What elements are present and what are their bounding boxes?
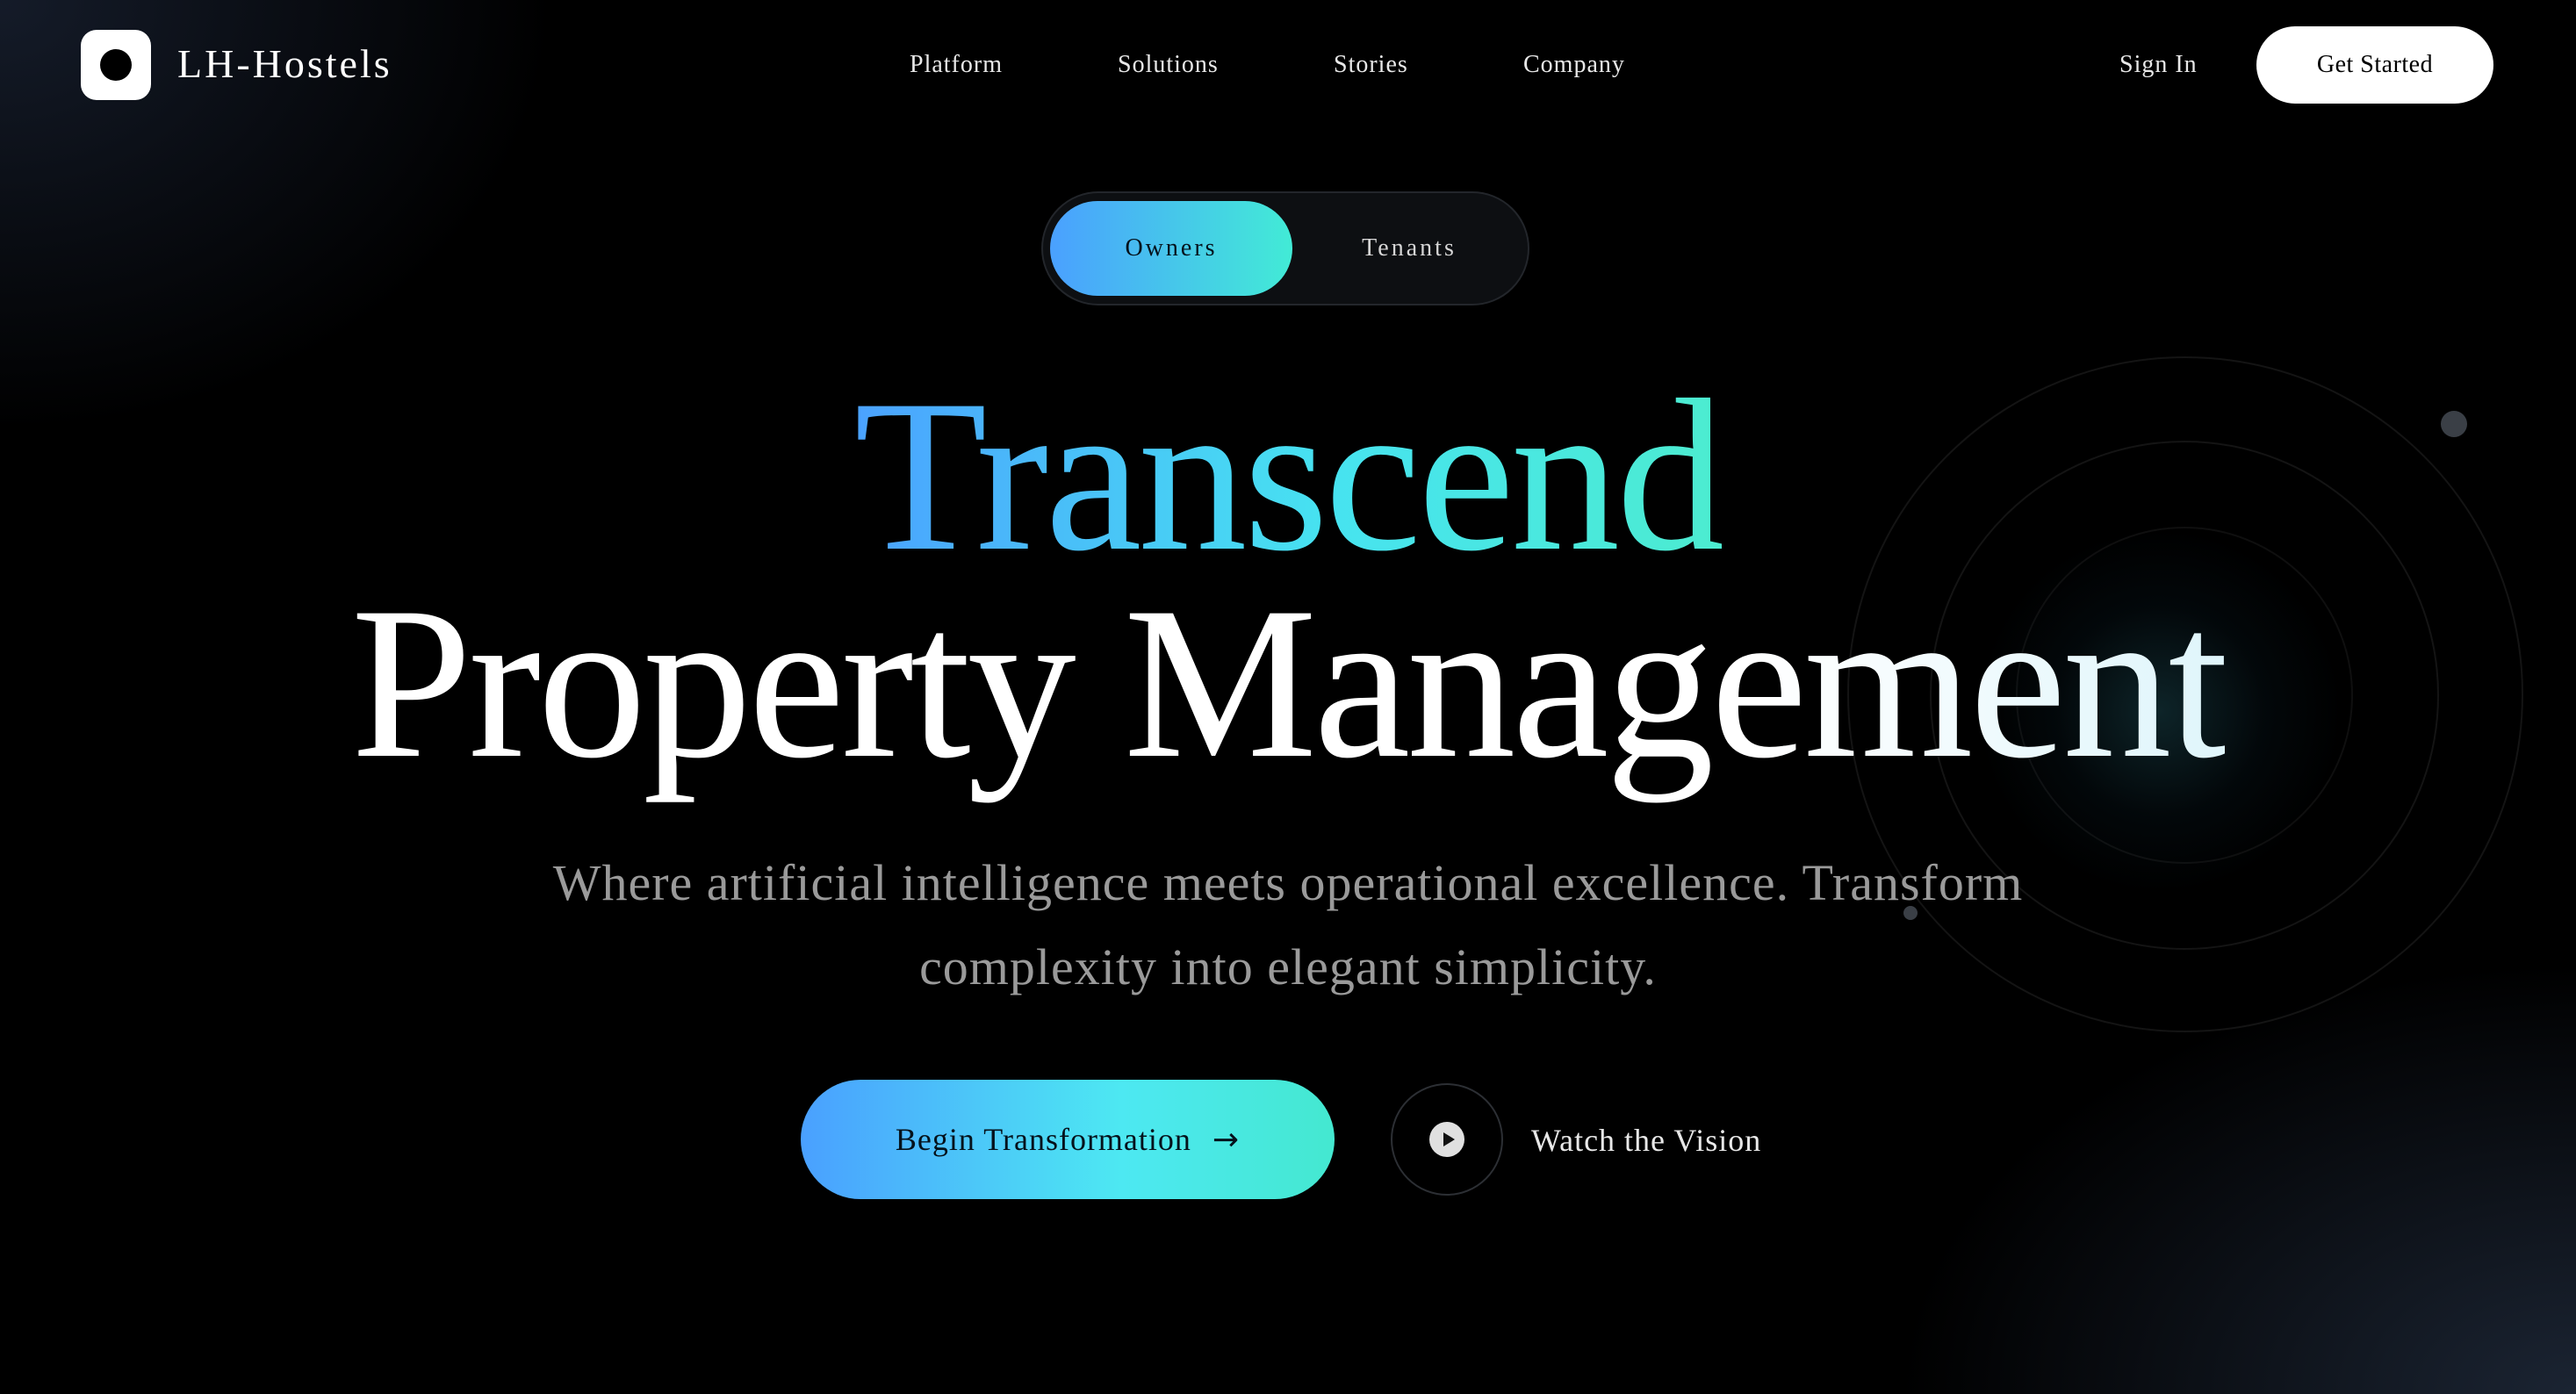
play-icon <box>1429 1122 1464 1157</box>
audience-toggle: Owners Tenants <box>1041 191 1529 305</box>
nav-link-platform[interactable]: Platform <box>910 47 1003 83</box>
nav-link-company[interactable]: Company <box>1523 47 1625 83</box>
brand-name[interactable]: LH-Hostels <box>177 35 392 93</box>
sign-in-link[interactable]: Sign In <box>2119 47 2198 83</box>
nav-link-solutions[interactable]: Solutions <box>1118 47 1219 83</box>
begin-transformation-button[interactable]: Begin Transformation → <box>801 1080 1335 1199</box>
hero-headline-gradient-text: Transcend <box>853 355 1725 596</box>
watch-vision-link[interactable]: Watch the Vision <box>1531 1118 1761 1162</box>
hero-headline-line2: Property Management <box>0 569 2576 797</box>
toggle-option-tenants[interactable]: Tenants <box>1298 201 1521 296</box>
hero-headline-line1: Transcend <box>0 362 2576 590</box>
hero-subtitle-line2: complexity into elegant simplicity. <box>919 938 1657 995</box>
begin-transformation-label: Begin Transformation <box>895 1122 1191 1157</box>
logo-icon[interactable] <box>81 30 151 100</box>
hero-subtitle: Where artificial intelligence meets oper… <box>410 841 2166 1010</box>
play-triangle <box>1443 1132 1455 1146</box>
hero-subtitle-line1: Where artificial intelligence meets oper… <box>552 854 2024 911</box>
logo-dot <box>100 49 132 81</box>
nav-link-stories[interactable]: Stories <box>1334 47 1408 83</box>
top-navigation: LH-Hostels Platform Solutions Stories Co… <box>0 0 2576 130</box>
play-video-button[interactable] <box>1391 1083 1503 1196</box>
toggle-option-owners[interactable]: Owners <box>1050 201 1292 296</box>
arrow-right-icon: → <box>1212 1121 1241 1158</box>
get-started-button[interactable]: Get Started <box>2256 26 2493 104</box>
hero-headline-white-text: Property Management <box>350 562 2229 803</box>
